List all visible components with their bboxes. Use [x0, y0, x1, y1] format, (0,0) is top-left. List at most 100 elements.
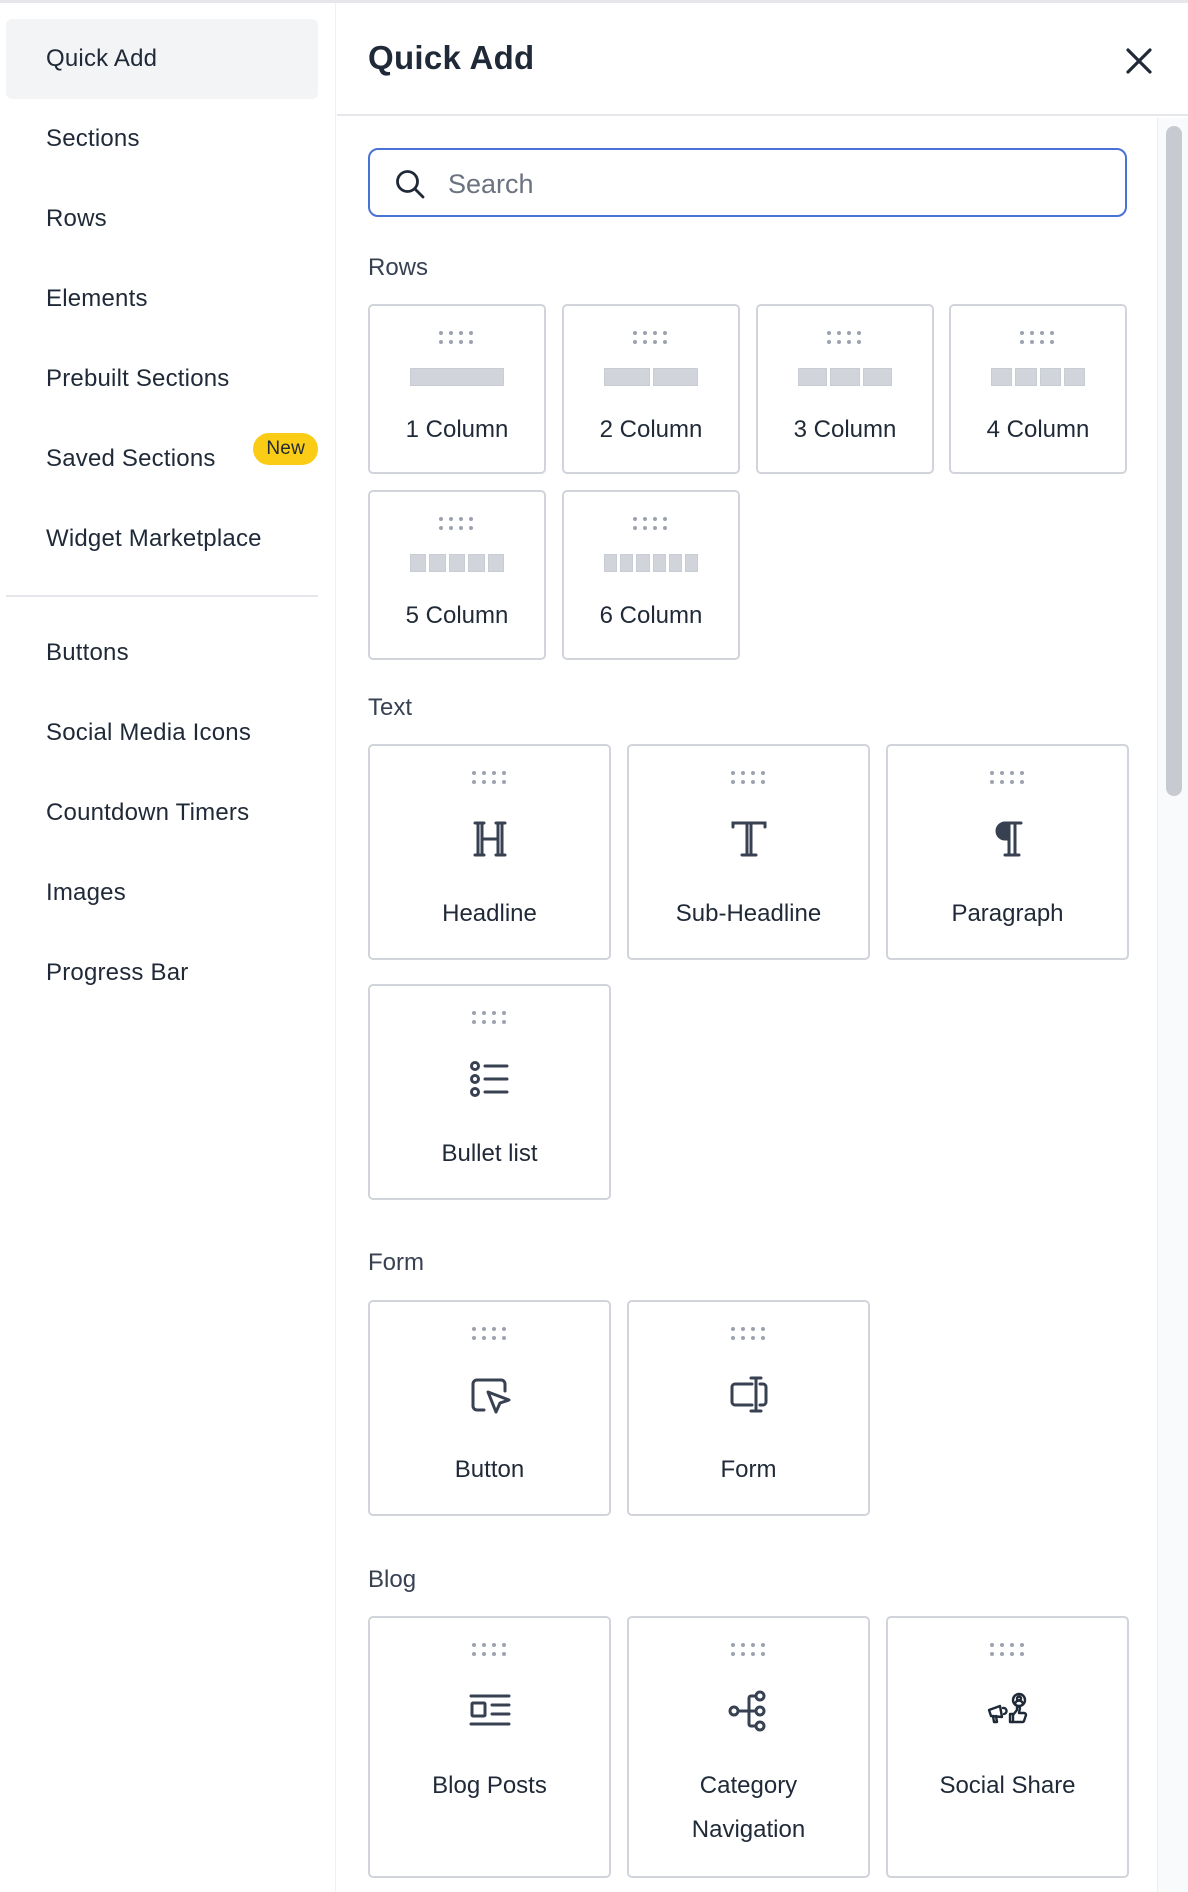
- card-label: Social Share: [939, 1772, 1076, 1799]
- sidebar-item-label: Prebuilt Sections: [46, 365, 230, 392]
- search-icon: [396, 170, 425, 199]
- category-navigation-icon: [728, 1690, 765, 1732]
- sidebar-item-label: Progress Bar: [46, 959, 189, 986]
- card-label: Blog Posts: [432, 1772, 547, 1799]
- bullet-list-card[interactable]: Bullet list: [368, 984, 611, 1200]
- paragraph-icon: [995, 821, 1022, 857]
- card-label: Bullet list: [441, 1140, 538, 1167]
- button-cursor-icon: [471, 1378, 510, 1414]
- drag-handle-icon: [827, 331, 861, 344]
- card-label: 4 Column: [986, 416, 1090, 443]
- drag-handle-icon: [471, 1327, 506, 1340]
- sidebar-item-label: Quick Add: [46, 45, 158, 72]
- scrollbar-thumb[interactable]: [1166, 126, 1182, 796]
- headline-card[interactable]: Headline: [368, 744, 611, 960]
- close-icon: [1126, 48, 1152, 74]
- drag-handle-icon: [730, 771, 765, 784]
- drag-handle-icon: [633, 517, 667, 530]
- scrollbar-track[interactable]: [1157, 118, 1188, 1892]
- sub-headline-card[interactable]: Sub-Headline: [627, 744, 870, 960]
- card-label: 5 Column: [405, 602, 509, 629]
- card-label-line-2: Navigation: [691, 1816, 806, 1843]
- quick-add-panel: Quick Add Rows 1 Column 2 Column: [337, 3, 1188, 1892]
- category-navigation-card[interactable]: Category Navigation: [627, 1616, 870, 1878]
- sidebar-item-rows[interactable]: Rows: [6, 179, 318, 259]
- drag-handle-icon: [439, 517, 473, 530]
- card-label: 6 Column: [599, 602, 703, 629]
- six-column-layout-icon: [604, 554, 699, 572]
- search-box[interactable]: [368, 148, 1127, 217]
- card-label: Headline: [442, 900, 537, 927]
- social-share-icon: [987, 1692, 1027, 1724]
- search-input[interactable]: [448, 164, 1088, 204]
- social-share-card[interactable]: Social Share: [886, 1616, 1129, 1878]
- sidebar-item-label: Widget Marketplace: [46, 525, 262, 552]
- sidebar-divider: [6, 595, 318, 597]
- row-4-column-card[interactable]: 4 Column: [949, 304, 1127, 474]
- form-input-icon: [730, 1376, 767, 1413]
- card-label: 1 Column: [405, 416, 509, 443]
- row-3-column-card[interactable]: 3 Column: [756, 304, 934, 474]
- paragraph-card[interactable]: Paragraph: [886, 744, 1129, 960]
- sidebar-item-label: Sections: [46, 125, 140, 152]
- blog-posts-card[interactable]: Blog Posts: [368, 1616, 611, 1878]
- drag-handle-icon: [439, 331, 473, 344]
- section-label-rows: Rows: [368, 254, 429, 281]
- sidebar-item-saved-sections[interactable]: Saved Sections New: [6, 419, 318, 499]
- close-button[interactable]: [1117, 39, 1161, 83]
- drag-handle-icon: [730, 1643, 765, 1656]
- drag-handle-icon: [730, 1327, 765, 1340]
- row-2-column-card[interactable]: 2 Column: [562, 304, 740, 474]
- five-column-layout-icon: [410, 554, 505, 572]
- section-label-text: Text: [368, 694, 413, 721]
- headline-icon: [473, 821, 506, 857]
- sidebar-item-label: Saved Sections: [46, 445, 216, 472]
- new-badge: New: [253, 433, 318, 465]
- panel-content: Rows 1 Column 2 Column 3 Column 4 Column…: [337, 118, 1157, 1892]
- three-column-layout-icon: [798, 368, 892, 386]
- sidebar-item-prebuilt-sections[interactable]: Prebuilt Sections: [6, 339, 318, 419]
- sidebar-item-label: Countdown Timers: [46, 799, 250, 826]
- sidebar-item-buttons[interactable]: Buttons: [6, 613, 318, 693]
- sidebar-item-sections[interactable]: Sections: [6, 99, 318, 179]
- sidebar-item-label: Social Media Icons: [46, 719, 252, 746]
- row-5-column-card[interactable]: 5 Column: [368, 490, 546, 660]
- panel-header: Quick Add: [337, 3, 1188, 116]
- card-label: Button: [454, 1456, 525, 1483]
- sidebar-item-widget-marketplace[interactable]: Widget Marketplace: [6, 499, 318, 579]
- sidebar-item-progress-bar[interactable]: Progress Bar: [6, 933, 318, 1013]
- row-1-column-card[interactable]: 1 Column: [368, 304, 546, 474]
- sidebar-item-label: Images: [46, 879, 126, 906]
- panel-title: Quick Add: [368, 39, 535, 76]
- sidebar-item-label: Elements: [46, 285, 148, 312]
- row-6-column-card[interactable]: 6 Column: [562, 490, 740, 660]
- one-column-layout-icon: [410, 368, 504, 386]
- card-label: 2 Column: [599, 416, 703, 443]
- drag-handle-icon: [471, 1643, 506, 1656]
- drag-handle-icon: [633, 331, 667, 344]
- sidebar: Quick Add Sections Rows Elements Prebuil…: [0, 3, 336, 1892]
- card-label: Paragraph: [951, 900, 1064, 927]
- sidebar-item-countdown-timers[interactable]: Countdown Timers: [6, 773, 318, 853]
- bullet-list-icon: [469, 1061, 508, 1097]
- four-column-layout-icon: [991, 368, 1085, 386]
- sidebar-item-quick-add[interactable]: Quick Add: [6, 19, 318, 99]
- sidebar-item-social-media-icons[interactable]: Social Media Icons: [6, 693, 318, 773]
- sidebar-item-label: Rows: [46, 205, 107, 232]
- card-label: Category: [699, 1772, 798, 1799]
- drag-handle-icon: [471, 1011, 506, 1024]
- sidebar-item-elements[interactable]: Elements: [6, 259, 318, 339]
- button-card[interactable]: Button: [368, 1300, 611, 1516]
- two-column-layout-icon: [604, 368, 698, 386]
- card-label: Sub-Headline: [675, 900, 822, 927]
- blog-posts-icon: [469, 1694, 510, 1726]
- drag-handle-icon: [471, 771, 506, 784]
- drag-handle-icon: [1020, 331, 1054, 344]
- card-label: 3 Column: [793, 416, 897, 443]
- card-label: Form: [720, 1456, 777, 1483]
- section-label-blog: Blog: [368, 1566, 417, 1593]
- drag-handle-icon: [989, 1643, 1024, 1656]
- form-card[interactable]: Form: [627, 1300, 870, 1516]
- drag-handle-icon: [989, 771, 1024, 784]
- sidebar-item-images[interactable]: Images: [6, 853, 318, 933]
